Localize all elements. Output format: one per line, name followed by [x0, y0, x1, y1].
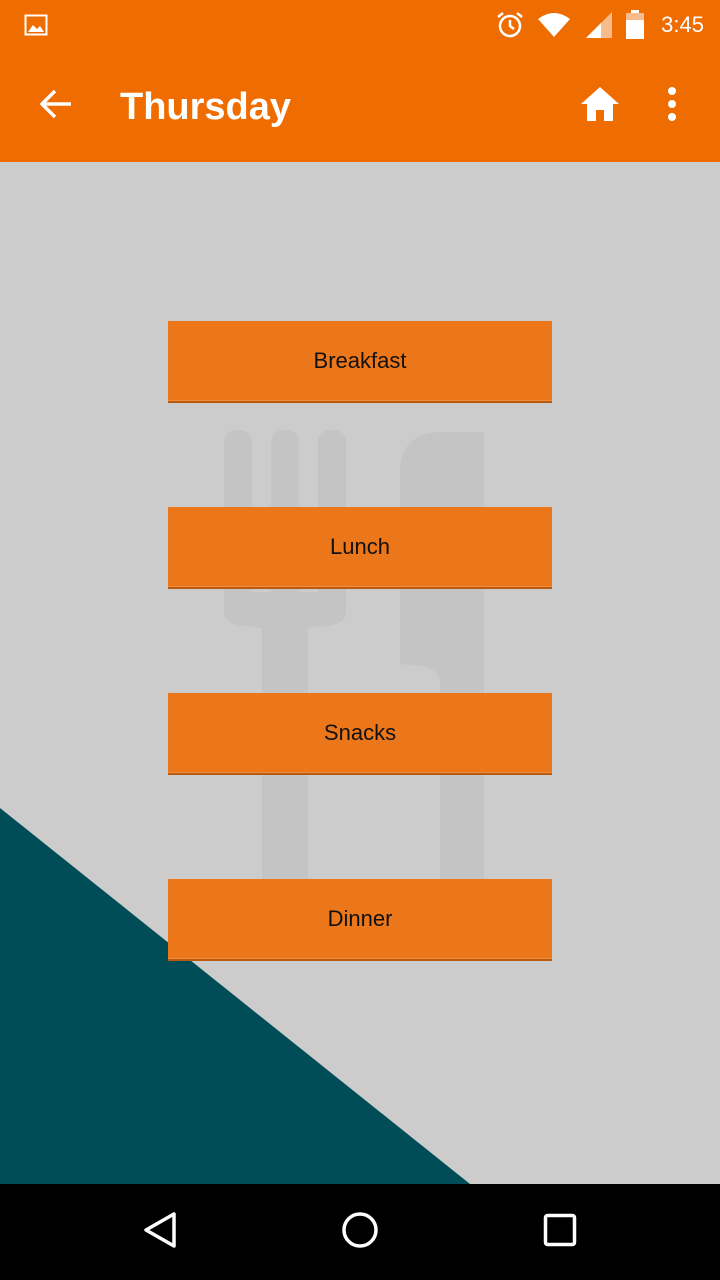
system-nav-bar — [0, 1184, 720, 1280]
nav-back-button[interactable] — [128, 1200, 192, 1264]
nav-recents-button[interactable] — [528, 1200, 592, 1264]
app-bar: Thursday — [0, 50, 720, 162]
home-button[interactable] — [568, 74, 632, 138]
status-icons: 3:45 — [495, 8, 704, 42]
alarm-icon — [495, 10, 525, 40]
recents-square-icon — [543, 1213, 577, 1252]
app-screen: 3:45 Thursday Breakfast Lunch Snacks Din… — [0, 0, 720, 1280]
back-triangle-icon — [142, 1211, 178, 1254]
fork-watermark-icon — [224, 430, 346, 912]
gallery-icon — [24, 14, 48, 36]
overflow-menu-icon — [667, 86, 677, 126]
lunch-button[interactable]: Lunch — [168, 507, 552, 587]
home-circle-icon — [341, 1211, 379, 1254]
nav-home-button[interactable] — [328, 1200, 392, 1264]
breakfast-button[interactable]: Breakfast — [168, 321, 552, 401]
overflow-menu-button[interactable] — [640, 74, 704, 138]
dinner-button[interactable]: Dinner — [168, 879, 552, 959]
wifi-icon — [537, 12, 571, 38]
page-title: Thursday — [120, 86, 292, 128]
accent-triangle — [0, 808, 470, 1184]
back-button[interactable] — [24, 74, 88, 138]
home-icon — [580, 86, 620, 127]
cell-signal-icon — [583, 11, 613, 39]
back-arrow-icon — [38, 86, 74, 127]
meal-content: Breakfast Lunch Snacks Dinner — [0, 162, 720, 1184]
knife-watermark-icon — [400, 432, 484, 912]
background-art — [0, 430, 484, 1184]
status-time: 3:45 — [661, 12, 704, 37]
battery-icon — [625, 10, 645, 40]
snacks-button[interactable]: Snacks — [168, 693, 552, 773]
status-bar: 3:45 — [0, 0, 720, 50]
